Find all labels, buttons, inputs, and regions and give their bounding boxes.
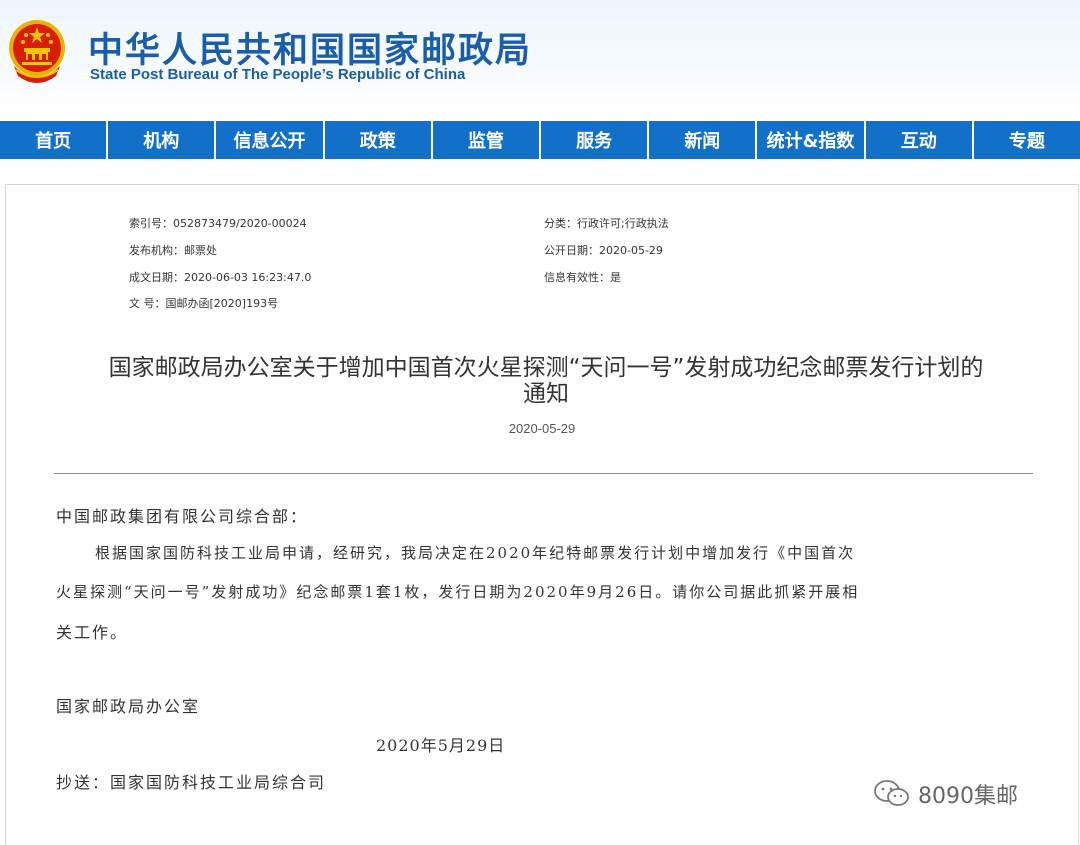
meta-doc-no: 文 号：国邮办函[2020]193号 (129, 297, 279, 310)
nav-item-info-disclosure[interactable]: 信息公开 (216, 121, 325, 159)
body-line-1: 根据国家国防科技工业局申请，经研究，我局决定在2020年纪特邮票发行计划中增加发… (95, 544, 856, 562)
nav-item-supervision[interactable]: 监管 (433, 121, 542, 159)
document-title: 国家邮政局办公室关于增加中国首次火星探测“天问一号”发射成功纪念邮票发行计划的 … (56, 355, 1036, 407)
divider (54, 473, 1033, 474)
signature: 国家邮政局办公室 (56, 697, 201, 716)
nav-item-interaction[interactable]: 互动 (866, 121, 974, 159)
national-emblem-icon (9, 20, 65, 83)
nav-item-topics[interactable]: 专题 (974, 121, 1080, 159)
document-title-line1: 国家邮政局办公室关于增加中国首次火星探测“天问一号”发射成功纪念邮票发行计划的 (108, 355, 984, 381)
nav-item-statistics[interactable]: 统计&指数 (757, 121, 866, 159)
watermark: 8090集邮 (872, 778, 1018, 810)
signature-date: 2020年5月29日 (376, 736, 506, 755)
document-title-line2: 通知 (523, 381, 569, 407)
site-header: 中华人民共和国国家邮政局 State Post Bureau of The Pe… (0, 0, 1080, 118)
watermark-text: 8090集邮 (918, 784, 1018, 809)
body-line-3: 关工作。 (56, 623, 129, 642)
nav-item-news[interactable]: 新闻 (649, 121, 758, 159)
body-line-2: 火星探测“天问一号”发射成功》纪念邮票1套1枚，发行日期为2020年9月26日。… (56, 583, 860, 601)
meta-category: 分类：行政许可;行政执法 (544, 217, 669, 230)
nav-item-home[interactable]: 首页 (0, 121, 109, 159)
wechat-icon (874, 780, 909, 806)
site-subtitle: State Post Bureau of The People’s Republ… (90, 66, 466, 83)
cc-line: 抄送：国家国防科技工业局综合司 (56, 773, 327, 792)
meta-index-no: 索引号：052873479/2020-00024 (129, 217, 307, 230)
meta-validity: 信息有效性：是 (544, 271, 621, 284)
nav-item-services[interactable]: 服务 (541, 121, 650, 159)
meta-issuer: 发布机构：邮票处 (129, 244, 217, 257)
meta-created-date: 成文日期：2020-06-03 16:23:47.0 (129, 271, 312, 284)
nav-item-policy[interactable]: 政策 (325, 121, 433, 159)
meta-publish-date: 公开日期：2020-05-29 (544, 244, 663, 257)
document-date: 2020-05-29 (508, 421, 576, 436)
main-nav: 首页 机构 信息公开 政策 监管 服务 新闻 统计&指数 互动 专题 (0, 121, 1080, 159)
article-container: 索引号：052873479/2020-00024 分类：行政许可;行政执法 发布… (5, 184, 1079, 845)
nav-item-institutions[interactable]: 机构 (108, 121, 217, 159)
salutation: 中国邮政集团有限公司综合部： (56, 507, 309, 526)
